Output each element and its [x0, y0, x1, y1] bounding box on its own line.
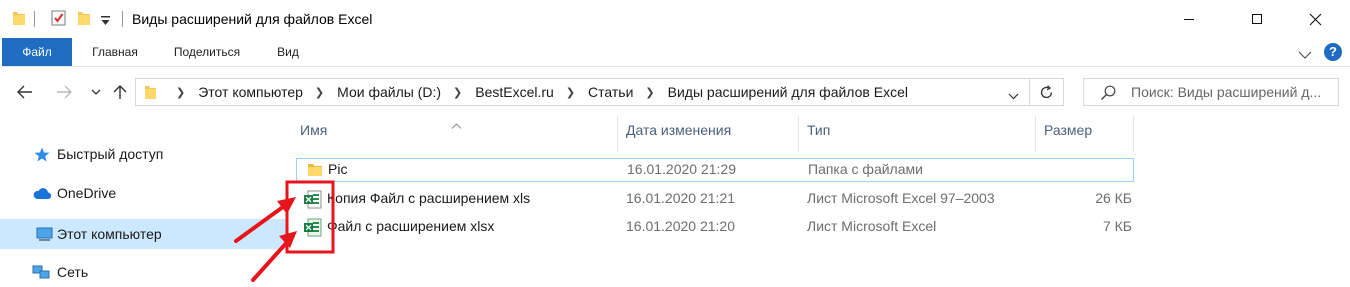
properties-icon[interactable] — [51, 10, 66, 31]
sidebar-item-label: Этот компьютер — [57, 226, 162, 242]
search-input[interactable]: Поиск: Виды расширений д... — [1131, 84, 1336, 100]
title-separator — [122, 11, 123, 27]
title-bar: Виды расширений для файлов Excel — [0, 0, 1350, 38]
chevron-right-icon[interactable]: ❯ — [176, 86, 185, 99]
arrow-left-icon — [17, 85, 32, 99]
refresh-icon — [1040, 84, 1053, 98]
folder-icon — [12, 10, 26, 31]
sidebar-item-onedrive[interactable]: OneDrive — [0, 179, 288, 207]
minimize-icon — [1184, 19, 1194, 20]
file-date: 16.01.2020 21:20 — [626, 218, 735, 234]
column-header-size[interactable]: Размер — [1044, 122, 1092, 146]
navigation-pane: Быстрый доступ OneDrive Этот компьютер С… — [0, 118, 290, 287]
folder-icon — [144, 84, 157, 105]
chevron-right-icon[interactable]: ❯ — [566, 86, 575, 99]
table-row[interactable]: Файл с расширением xlsx 16.01.2020 21:20… — [296, 215, 1134, 239]
new-folder-icon[interactable] — [77, 10, 91, 31]
tab-view[interactable]: Вид — [270, 38, 306, 66]
maximize-button[interactable] — [1234, 0, 1280, 38]
expand-ribbon-icon[interactable] — [1298, 47, 1312, 65]
network-icon — [32, 265, 50, 283]
recent-locations-button[interactable] — [86, 82, 106, 102]
sidebar-item-this-pc[interactable]: Этот компьютер — [0, 219, 288, 249]
breadcrumb-item[interactable]: Мои файлы (D:) — [337, 84, 441, 100]
column-divider[interactable] — [1133, 116, 1134, 152]
help-button[interactable]: ? — [1324, 43, 1342, 61]
close-icon — [1309, 13, 1321, 25]
excel-xlsx-icon — [303, 218, 322, 240]
arrow-up-icon — [113, 85, 127, 99]
title-separator — [34, 11, 35, 27]
up-button[interactable] — [110, 82, 130, 102]
excel-xls-icon — [303, 190, 322, 212]
refresh-button[interactable] — [1030, 78, 1064, 106]
cloud-icon — [32, 186, 52, 203]
tab-file[interactable]: Файл — [2, 38, 72, 66]
file-name[interactable]: Копия Файл с расширением xls — [327, 190, 530, 206]
breadcrumb-item[interactable]: Статьи — [588, 84, 633, 100]
table-row[interactable]: Копия Файл с расширением xls 16.01.2020 … — [296, 187, 1134, 211]
breadcrumb: ❯ Этот компьютер ❯ Мои файлы (D:) ❯ Best… — [164, 79, 908, 105]
address-history-icon[interactable] — [1008, 87, 1019, 105]
window-title: Виды расширений для файлов Excel — [132, 11, 373, 27]
column-divider[interactable] — [617, 116, 618, 152]
sort-ascending-icon — [451, 116, 462, 134]
file-date: 16.01.2020 21:29 — [627, 161, 736, 177]
search-icon — [1100, 85, 1116, 106]
sidebar-item-network[interactable]: Сеть — [0, 258, 288, 286]
star-icon — [34, 147, 50, 165]
forward-button[interactable] — [54, 82, 74, 102]
file-name[interactable]: Pic — [328, 161, 347, 177]
file-type: Лист Microsoft Excel 97–2003 — [807, 190, 995, 206]
column-header-type[interactable]: Тип — [807, 122, 830, 146]
close-button[interactable] — [1292, 0, 1338, 38]
back-button[interactable] — [15, 82, 35, 102]
breadcrumb-item[interactable]: BestExcel.ru — [475, 84, 554, 100]
breadcrumb-item[interactable]: Виды расширений для файлов Excel — [668, 84, 908, 100]
folder-icon — [307, 163, 323, 180]
column-header-name[interactable]: Имя — [300, 122, 327, 146]
sidebar-item-quick-access[interactable]: Быстрый доступ — [0, 140, 288, 168]
navigation-bar: ❯ Этот компьютер ❯ Мои файлы (D:) ❯ Best… — [0, 74, 1350, 110]
file-size: 7 КБ — [1102, 218, 1132, 234]
file-list: Имя Дата изменения Тип Размер Pic 16.01.… — [290, 112, 1350, 287]
breadcrumb-item[interactable]: Этот компьютер — [198, 84, 303, 100]
sidebar-item-label: Быстрый доступ — [57, 146, 164, 162]
table-row[interactable]: Pic 16.01.2020 21:29 Папка с файлами — [296, 158, 1134, 182]
search-box[interactable]: Поиск: Виды расширений д... — [1083, 78, 1339, 106]
ribbon-tabs: Файл Главная Поделиться Вид ? — [0, 38, 1350, 67]
chevron-down-icon — [91, 89, 101, 95]
tab-share[interactable]: Поделиться — [162, 38, 252, 66]
sidebar-item-label: Сеть — [57, 264, 89, 280]
address-bar[interactable]: ❯ Этот компьютер ❯ Мои файлы (D:) ❯ Best… — [135, 78, 1030, 106]
file-size: 26 КБ — [1095, 190, 1132, 206]
sidebar-item-label: OneDrive — [57, 185, 117, 201]
column-divider[interactable] — [798, 116, 799, 152]
chevron-right-icon[interactable]: ❯ — [645, 86, 654, 99]
file-name[interactable]: Файл с расширением xlsx — [327, 218, 494, 234]
minimize-button[interactable] — [1166, 0, 1212, 38]
file-type: Лист Microsoft Excel — [807, 218, 937, 234]
customize-toolbar-icon[interactable] — [101, 13, 110, 31]
column-divider[interactable] — [1035, 116, 1036, 152]
maximize-icon — [1252, 14, 1262, 24]
column-header-date[interactable]: Дата изменения — [626, 122, 731, 146]
file-date: 16.01.2020 21:21 — [626, 190, 735, 206]
computer-icon — [36, 227, 53, 245]
tab-home[interactable]: Главная — [80, 38, 150, 66]
arrow-right-icon — [57, 85, 72, 99]
chevron-right-icon[interactable]: ❯ — [453, 86, 462, 99]
file-type: Папка с файлами — [808, 161, 923, 177]
chevron-right-icon[interactable]: ❯ — [315, 86, 324, 99]
